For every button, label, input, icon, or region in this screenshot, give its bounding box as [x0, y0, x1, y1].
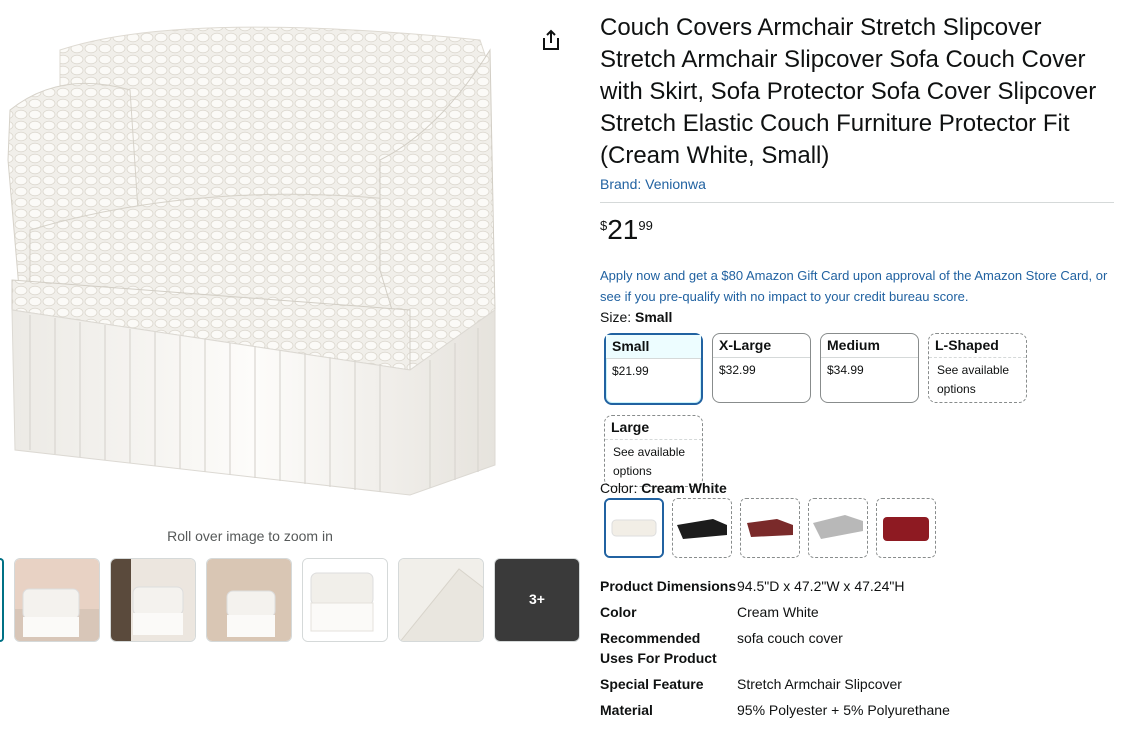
spec-value: 95% Polyester + 5% Polyurethane [737, 702, 950, 718]
share-icon[interactable] [540, 28, 562, 52]
more-images-count: 3+ [529, 591, 545, 607]
brand-link[interactable]: Brand: Venionwa [600, 176, 706, 192]
price: $ 21 99 [600, 215, 1120, 251]
armchair-image [7, 26, 496, 496]
product-details: Couch Covers Armchair Stretch Slipcover … [600, 12, 1120, 718]
size-label-prefix: Size: [600, 309, 636, 325]
size-option-small[interactable]: Small $21.99 [604, 333, 703, 405]
spec-value: 94.5"D x 47.2"W x 47.24"H [737, 578, 905, 594]
size-selected-value: Small [635, 309, 673, 325]
color-label: Color: Cream White [600, 480, 727, 496]
size-option-medium[interactable]: Medium $34.99 [820, 333, 919, 403]
size-option-price: $34.99 [827, 363, 864, 377]
size-label: Size: Small [600, 309, 1120, 325]
spec-value: Stretch Armchair Slipcover [737, 676, 902, 692]
size-option-x-large[interactable]: X-Large $32.99 [712, 333, 811, 403]
product-specs-table: Product Dimensions 94.5"D x 47.2"W x 47.… [600, 576, 1120, 726]
spec-key: Product Dimensions [600, 578, 737, 594]
spec-row: Special Feature Stretch Armchair Slipcov… [600, 674, 1120, 694]
thumbnail-4[interactable] [302, 558, 388, 642]
size-option-name: L-Shaped [929, 334, 1026, 358]
color-label-prefix: Color: [600, 480, 642, 496]
size-option-price: $21.99 [612, 364, 649, 378]
main-product-image[interactable] [0, 10, 500, 500]
thumbnail-5[interactable] [398, 558, 484, 642]
color-swatch-gray[interactable] [808, 498, 868, 558]
size-option-name: Medium [821, 334, 918, 358]
store-card-promo-link[interactable]: Apply now and get a $80 Amazon Gift Card… [600, 265, 1110, 307]
thumbnail-more[interactable]: 3+ [494, 558, 580, 642]
thumbnail-strip: 3+ [0, 558, 590, 644]
spec-row: Material 95% Polyester + 5% Polyurethane [600, 700, 1120, 720]
spec-row: Product Dimensions 94.5"D x 47.2"W x 47.… [600, 576, 1120, 596]
size-option-l-shaped[interactable]: L-Shaped See available options [928, 333, 1027, 403]
spec-row: Recommended Uses For Product sofa couch … [600, 628, 1120, 668]
thumbnail-1[interactable] [14, 558, 100, 642]
size-option-name: X-Large [713, 334, 810, 358]
size-option-availability: See available options [613, 445, 686, 478]
product-title: Couch Covers Armchair Stretch Slipcover … [600, 14, 1097, 169]
zoom-hint: Roll over image to zoom in [167, 528, 333, 544]
thumbnail-3[interactable] [206, 558, 292, 642]
spec-row: Color Cream White [600, 602, 1120, 622]
spec-key: Special Feature [600, 676, 704, 692]
color-swatch-brown-red[interactable] [740, 498, 800, 558]
thumbnail-selected[interactable] [0, 558, 4, 642]
spec-key: Recommended Uses For Product [600, 630, 717, 666]
color-swatch-black[interactable] [672, 498, 732, 558]
color-swatches [604, 498, 944, 560]
color-swatch-cream-white[interactable] [604, 498, 664, 558]
thumbnail-2[interactable] [110, 558, 196, 642]
color-swatch-burgundy[interactable] [876, 498, 936, 558]
spec-key: Material [600, 702, 653, 718]
size-option-name: Large [605, 416, 702, 440]
price-symbol: $ [600, 218, 608, 233]
size-option-price: $32.99 [719, 363, 756, 377]
price-fraction: 99 [638, 218, 653, 233]
size-option-large[interactable]: Large See available options [604, 415, 703, 487]
spec-key: Color [600, 604, 637, 620]
divider [600, 202, 1114, 203]
color-selected-value: Cream White [641, 480, 727, 496]
size-options: Small $21.99 X-Large $32.99 Medium $34.9… [600, 329, 1120, 505]
spec-value: sofa couch cover [737, 630, 843, 646]
size-option-name: Small [606, 335, 701, 359]
price-whole: 21 [607, 214, 639, 245]
size-option-availability: See available options [937, 363, 1010, 396]
spec-value: Cream White [737, 604, 819, 620]
